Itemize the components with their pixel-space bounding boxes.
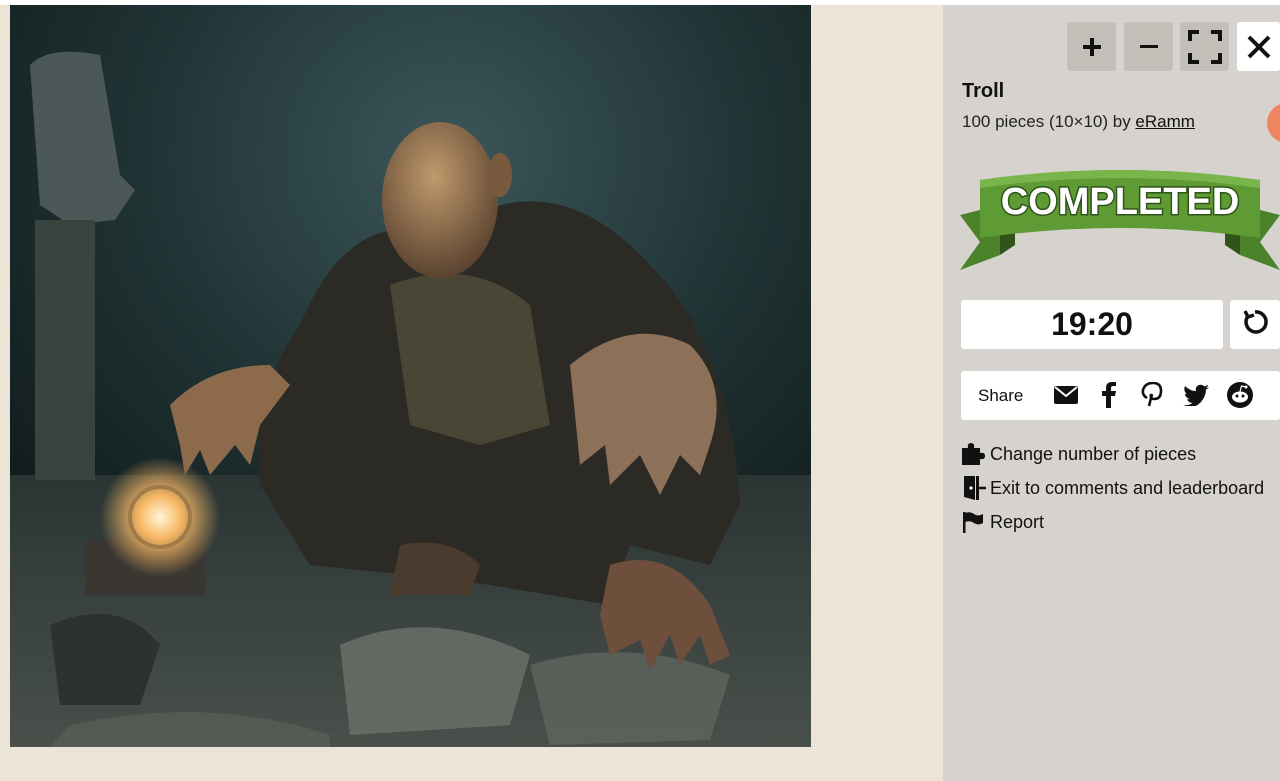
zoom-in-button[interactable] <box>1067 22 1116 71</box>
zoom-out-button[interactable] <box>1124 22 1173 71</box>
puzzle-meta: 100 pieces (10×10) by eRamm <box>962 112 1195 132</box>
restart-button[interactable] <box>1230 300 1280 349</box>
sidebar: Troll 100 pieces (10×10) by eRamm COMPLE… <box>943 5 1280 781</box>
completed-label: COMPLETED <box>1001 181 1240 223</box>
puzzle-title: Troll <box>962 80 1005 102</box>
avatar[interactable] <box>1267 103 1280 143</box>
exit-label: Exit to comments and leaderboard <box>990 477 1265 498</box>
exit-link[interactable]: Exit to comments and leaderboard <box>962 474 1264 502</box>
restart-icon <box>1241 308 1269 341</box>
flag-icon <box>962 510 990 534</box>
close-button[interactable] <box>1237 22 1280 71</box>
report-label: Report <box>990 511 1045 532</box>
twitter-icon[interactable] <box>1183 382 1209 408</box>
author-link[interactable]: eRamm <box>1135 112 1195 131</box>
email-icon[interactable] <box>1053 382 1079 408</box>
change-pieces-label: Change number of pieces <box>990 443 1197 464</box>
reddit-icon[interactable] <box>1227 382 1253 408</box>
report-link[interactable]: Report <box>962 508 1044 536</box>
facebook-icon[interactable] <box>1096 382 1122 408</box>
troll-artwork <box>10 5 811 747</box>
puzzle-stage <box>0 5 943 781</box>
close-icon <box>1245 33 1273 61</box>
fullscreen-icon <box>1187 29 1223 65</box>
share-bar: Share <box>961 371 1280 420</box>
minus-icon <box>1138 36 1160 58</box>
pinterest-icon[interactable] <box>1139 382 1165 408</box>
puzzle-piece-count: 100 pieces (10×10) by <box>962 112 1136 131</box>
puzzle-piece-icon <box>962 442 990 466</box>
share-label: Share <box>978 386 1024 405</box>
puzzle-image[interactable] <box>10 5 811 747</box>
completed-banner: COMPLETED <box>960 160 1280 275</box>
plus-icon <box>1081 36 1103 58</box>
timer-display: 19:20 <box>961 300 1223 349</box>
exit-door-icon <box>962 476 990 500</box>
change-pieces-link[interactable]: Change number of pieces <box>962 440 1196 468</box>
fullscreen-button[interactable] <box>1180 22 1229 71</box>
